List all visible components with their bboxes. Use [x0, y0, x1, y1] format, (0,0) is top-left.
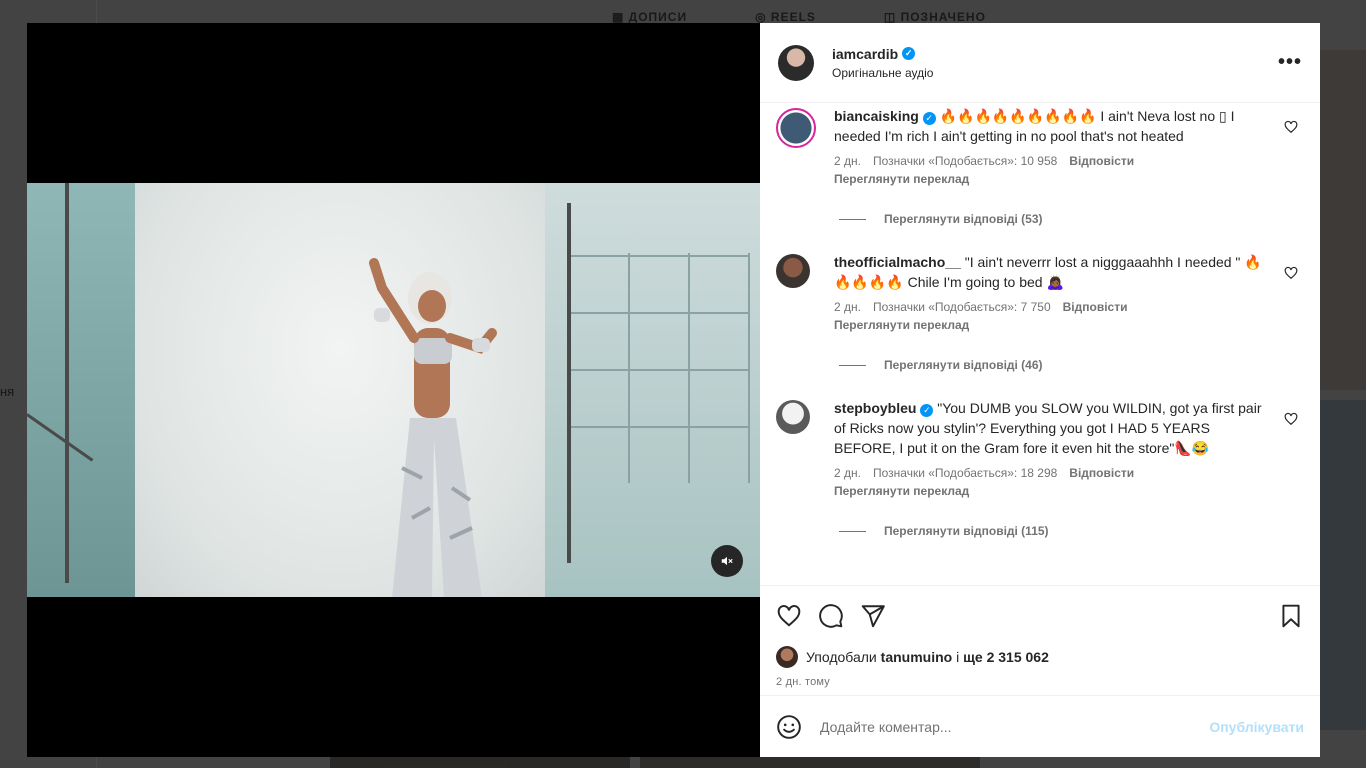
comment-body: stepboybleu ✓ "You DUMB you SLOW you WIL… [834, 398, 1304, 498]
heart-icon [777, 605, 801, 627]
save-button[interactable] [1278, 603, 1304, 629]
comment-time[interactable]: 2 дн. [834, 466, 861, 480]
share-button[interactable] [860, 603, 886, 629]
post-time[interactable]: 2 дн. тому [776, 676, 1304, 688]
heart-icon[interactable] [1284, 412, 1298, 426]
comment-meta: 2 дн. Позначки «Подобається»: 10 958 Від… [834, 154, 1266, 168]
comment-input[interactable] [820, 718, 1210, 735]
garage-window [570, 253, 750, 483]
translate-link[interactable]: Переглянути переклад [834, 318, 1266, 332]
author-username-row: iamcardib ✓ [832, 46, 1278, 62]
view-replies-button[interactable]: Переглянути відповіді (53) [839, 212, 1304, 226]
avatar[interactable] [776, 646, 798, 668]
view-replies-label: Переглянути відповіді (115) [884, 524, 1049, 538]
likes-prefix: Уподобали [806, 649, 877, 665]
likes-user[interactable]: tanumuino [881, 649, 953, 665]
comment-time[interactable]: 2 дн. [834, 154, 861, 168]
reply-button[interactable]: Відповісти [1069, 466, 1134, 480]
comment-item: stepboybleu ✓ "You DUMB you SLOW you WIL… [776, 398, 1304, 498]
post-modal: iamcardib ✓ Оригінальне аудіо ••• bianca… [27, 23, 1320, 757]
comment-bubble-icon [819, 604, 843, 628]
comment-time[interactable]: 2 дн. [834, 300, 861, 314]
emoji-icon [777, 714, 801, 739]
comment-meta: 2 дн. Позначки «Подобається»: 18 298 Від… [834, 466, 1266, 480]
comment-username[interactable]: theofficialmacho__ [834, 254, 961, 270]
translate-link[interactable]: Переглянути переклад [834, 484, 1266, 498]
send-icon [861, 605, 885, 628]
view-replies-label: Переглянути відповіді (46) [884, 358, 1043, 372]
comment-likes[interactable]: Позначки «Подобається»: 10 958 [873, 154, 1057, 168]
comment-likes[interactable]: Позначки «Подобається»: 18 298 [873, 466, 1057, 480]
likes-middle: і [956, 649, 960, 665]
view-replies-button[interactable]: Переглянути відповіді (46) [839, 358, 1304, 372]
post-details-panel: iamcardib ✓ Оригінальне аудіо ••• bianca… [760, 23, 1320, 757]
replies-line [839, 218, 866, 220]
more-options-button[interactable]: ••• [1278, 51, 1302, 74]
post-header: iamcardib ✓ Оригінальне аудіо ••• [760, 23, 1320, 103]
performer-figure [369, 258, 497, 597]
comment-likes[interactable]: Позначки «Подобається»: 7 750 [873, 300, 1051, 314]
publish-button[interactable]: Опублікувати [1209, 719, 1304, 735]
studio-wall-left [27, 183, 137, 597]
post-actions: Уподобали tanumuino і ще 2 315 062 2 дн.… [760, 585, 1320, 695]
mute-button[interactable] [711, 545, 743, 577]
comment-username[interactable]: biancaisking [834, 108, 919, 124]
light-stand [65, 183, 69, 583]
reply-button[interactable]: Відповісти [1069, 154, 1134, 168]
verified-badge-icon: ✓ [922, 111, 936, 125]
replies-line [839, 364, 866, 366]
studio-wall-right [545, 183, 760, 597]
comments-list[interactable]: biancaisking ✓ 🔥🔥🔥🔥🔥🔥🔥🔥🔥 I ain't Neva lo… [760, 103, 1320, 585]
translate-link[interactable]: Переглянути переклад [834, 172, 1266, 186]
avatar[interactable] [778, 44, 814, 81]
view-replies-button[interactable]: Переглянути відповіді (115) [839, 524, 1304, 538]
video-frame[interactable] [27, 183, 760, 597]
comment-text: theofficialmacho__ "I ain't neverrr lost… [834, 252, 1266, 292]
emoji-button[interactable] [776, 714, 802, 740]
author-username[interactable]: iamcardib [832, 46, 898, 62]
comment-item: theofficialmacho__ "I ain't neverrr lost… [776, 252, 1304, 332]
action-bar [776, 600, 1304, 632]
comment-meta: 2 дн. Позначки «Подобається»: 7 750 Відп… [834, 300, 1266, 314]
comment-item: biancaisking ✓ 🔥🔥🔥🔥🔥🔥🔥🔥🔥 I ain't Neva lo… [776, 106, 1304, 186]
bookmark-icon [1282, 604, 1300, 628]
avatar[interactable] [776, 108, 816, 148]
post-author: iamcardib ✓ Оригінальне аудіо [832, 46, 1278, 80]
video-player[interactable] [27, 23, 760, 757]
likes-summary: Уподобали tanumuino і ще 2 315 062 [776, 646, 1304, 668]
comment-body: biancaisking ✓ 🔥🔥🔥🔥🔥🔥🔥🔥🔥 I ain't Neva lo… [834, 106, 1304, 186]
replies-line [839, 530, 866, 532]
reply-button[interactable]: Відповісти [1063, 300, 1128, 314]
like-button[interactable] [776, 603, 802, 629]
comment-body: theofficialmacho__ "I ain't neverrr lost… [834, 252, 1304, 332]
heart-icon[interactable] [1284, 266, 1298, 280]
comment-text: biancaisking ✓ 🔥🔥🔥🔥🔥🔥🔥🔥🔥 I ain't Neva lo… [834, 106, 1266, 146]
speaker-muted-icon [721, 556, 733, 566]
original-audio-link[interactable]: Оригінальне аудіо [832, 66, 1278, 80]
comment-username[interactable]: stepboybleu [834, 400, 916, 416]
verified-badge-icon: ✓ [902, 47, 916, 60]
heart-icon[interactable] [1284, 120, 1298, 134]
comment-text: stepboybleu ✓ "You DUMB you SLOW you WIL… [834, 398, 1266, 458]
verified-badge-icon: ✓ [920, 403, 934, 417]
comment-button[interactable] [818, 603, 844, 629]
view-replies-label: Переглянути відповіді (53) [884, 212, 1043, 226]
light-stand [567, 203, 571, 563]
avatar[interactable] [776, 400, 810, 434]
likes-count[interactable]: ще 2 315 062 [963, 649, 1049, 665]
add-comment-bar: Опублікувати [760, 695, 1320, 757]
avatar[interactable] [776, 254, 810, 288]
